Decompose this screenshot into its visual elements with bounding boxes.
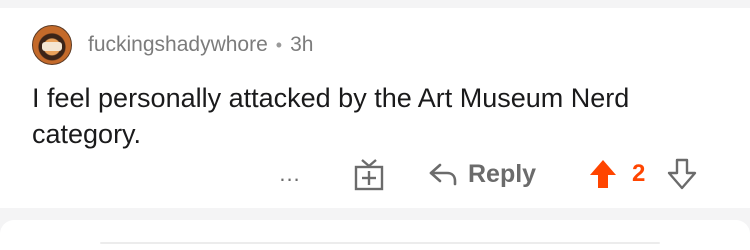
- downvote-button[interactable]: [666, 158, 698, 190]
- reply-button[interactable]: Reply: [428, 156, 536, 192]
- next-card-divider: [100, 242, 660, 244]
- comment-body: I feel personally attacked by the Art Mu…: [32, 83, 630, 149]
- downvote-arrow-icon: [667, 158, 697, 190]
- gift-award-button[interactable]: [352, 156, 386, 192]
- comment-author[interactable]: fuckingshadywhore: [88, 33, 268, 57]
- vote-count: 2: [632, 160, 646, 187]
- upvote-button[interactable]: [587, 158, 619, 190]
- upvote-arrow-icon: [590, 160, 616, 188]
- avatar[interactable]: [32, 25, 72, 65]
- next-comment-card: [0, 220, 750, 250]
- comment-timestamp: 3h: [290, 33, 314, 56]
- comment-card: fuckingshadywhore • 3h I feel personally…: [0, 8, 750, 208]
- reply-label: Reply: [468, 159, 537, 188]
- gift-icon: [354, 159, 384, 191]
- feed-background-top: [0, 0, 750, 8]
- comment-header: fuckingshadywhore • 3h: [32, 25, 313, 65]
- reply-arrow-icon: [429, 163, 457, 186]
- meta-separator: •: [275, 34, 283, 55]
- more-options-button[interactable]: ...: [272, 161, 308, 186]
- comment-actions: ... Reply 2: [0, 154, 750, 194]
